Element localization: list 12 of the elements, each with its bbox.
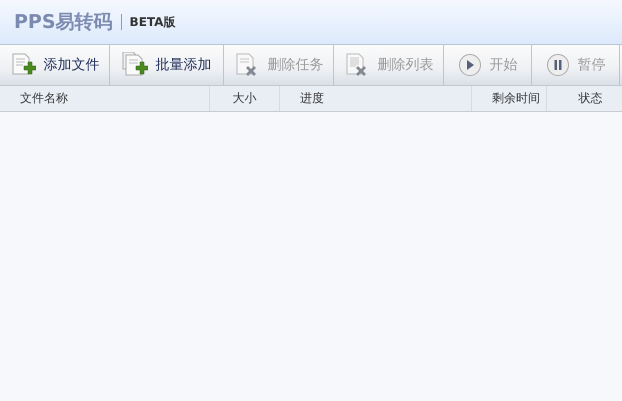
add-files-icon <box>122 52 148 78</box>
toolbar-button[interactable]: 批量添加 <box>110 45 224 85</box>
pause-icon <box>546 53 570 77</box>
column-header[interactable]: 大小 <box>210 86 280 111</box>
app-logo: PPS易转码 <box>14 10 113 35</box>
column-header[interactable]: 状态 <box>547 86 622 111</box>
column-header[interactable]: 文件名称 <box>0 86 210 111</box>
edition-label: BETA版 <box>130 14 176 30</box>
column-header[interactable]: 剩余时间 <box>472 86 547 111</box>
toolbar-button[interactable]: 添加文件 <box>0 45 110 85</box>
play-icon <box>458 53 482 77</box>
column-header[interactable]: 进度 <box>280 86 472 111</box>
